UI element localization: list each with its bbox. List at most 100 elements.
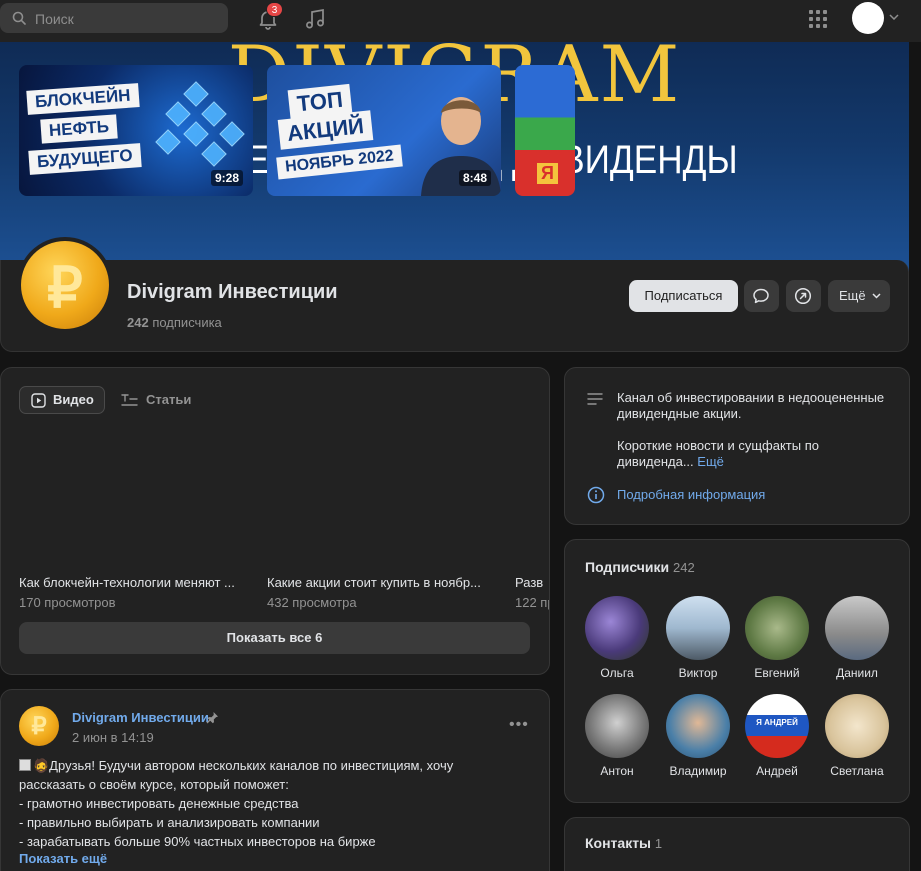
video-thumbnail[interactable]: ТОП АКЦИЙ НОЯБРЬ 2022 8:48 bbox=[267, 65, 501, 196]
subscriber-avatar[interactable] bbox=[825, 694, 889, 758]
subscriber-avatar[interactable] bbox=[666, 694, 730, 758]
subscriber-name[interactable]: Светлана bbox=[817, 764, 897, 778]
notifications-badge: 3 bbox=[266, 2, 283, 17]
post-line: 🧔Друзья! Будучи автором нескольких канал… bbox=[19, 756, 539, 775]
search-icon bbox=[12, 11, 26, 25]
video-duration: 9:28 bbox=[210, 170, 243, 186]
subscriber-avatar[interactable] bbox=[745, 596, 809, 660]
tab-video-label: Видео bbox=[53, 392, 94, 407]
video-views: 170 просмотров bbox=[19, 595, 116, 610]
user-avatar[interactable] bbox=[852, 2, 884, 34]
subscribers-title[interactable]: Подписчики 242 bbox=[585, 559, 695, 575]
about-description-more: Короткие новости и сущфакты по дивиденда… bbox=[617, 438, 897, 470]
chevron-down-icon[interactable] bbox=[889, 14, 899, 20]
show-more-link[interactable]: Показать ещё bbox=[19, 851, 107, 866]
blockchain-cube-icon bbox=[183, 121, 209, 147]
thumb-text: Я bbox=[537, 163, 558, 184]
description-lines-icon bbox=[587, 393, 603, 405]
post-line: - грамотно инвестировать денежные средст… bbox=[19, 796, 299, 811]
subscribers-title-count: 242 bbox=[673, 560, 695, 575]
subscriber-name[interactable]: Владимир bbox=[658, 764, 738, 778]
more-button[interactable]: Ещё bbox=[828, 280, 890, 312]
about-description: Канал об инвестировании в недооцененные … bbox=[617, 390, 885, 421]
about-card: Канал об инвестировании в недооцененные … bbox=[564, 367, 910, 525]
chevron-down-icon bbox=[872, 293, 881, 299]
video-duration: 8:48 bbox=[458, 170, 491, 186]
post-text: 🧔Друзья! Будучи автором нескольких канал… bbox=[19, 756, 539, 851]
subscribers-summary[interactable]: 242 подписчика bbox=[127, 315, 222, 330]
thumb-text: НЕФТЬ bbox=[40, 114, 118, 144]
subscriber-avatar[interactable] bbox=[585, 694, 649, 758]
tab-articles-label: Статьи bbox=[146, 392, 192, 407]
subscribers-title-text: Подписчики bbox=[585, 559, 670, 575]
about-more-link[interactable]: Ещё bbox=[697, 454, 724, 469]
blockchain-cube-icon bbox=[165, 101, 191, 127]
show-all-videos-button[interactable]: Показать все 6 bbox=[19, 622, 530, 654]
contacts-card: Контакты 1 bbox=[564, 817, 910, 871]
post-date[interactable]: 2 июн в 14:19 bbox=[72, 730, 154, 745]
ruble-coin-icon: ₽ bbox=[21, 241, 109, 329]
subscriber-avatar[interactable] bbox=[585, 596, 649, 660]
articles-icon bbox=[121, 394, 138, 406]
broken-image-icon bbox=[19, 759, 31, 771]
post-author-avatar[interactable]: ₽ bbox=[19, 706, 59, 746]
share-arrow-icon bbox=[794, 287, 812, 305]
card-gap bbox=[550, 420, 564, 620]
subscriber-avatar[interactable] bbox=[666, 596, 730, 660]
more-button-label: Ещё bbox=[839, 288, 866, 303]
search-placeholder: Поиск bbox=[35, 11, 74, 27]
post-line: - зарабатывать больше 90% частных инвест… bbox=[19, 834, 376, 849]
details-link[interactable]: Подробная информация bbox=[617, 487, 765, 502]
blockchain-cube-icon bbox=[155, 129, 181, 155]
subscriber-name[interactable]: Андрей bbox=[737, 764, 817, 778]
apps-grid-icon[interactable] bbox=[808, 9, 828, 29]
video-views: 122 пр bbox=[515, 595, 549, 610]
post-author-name[interactable]: Divigram Инвестиции bbox=[72, 710, 209, 725]
contacts-title[interactable]: Контакты 1 bbox=[585, 835, 662, 851]
blockchain-cube-icon bbox=[183, 81, 209, 107]
share-button[interactable] bbox=[786, 280, 821, 312]
subscriber-avatar[interactable]: Я АНДРЕЙ bbox=[745, 694, 809, 758]
video-title[interactable]: Как блокчейн-технологии меняют ... bbox=[19, 575, 257, 590]
subscriber-name[interactable]: Евгений bbox=[737, 666, 817, 680]
video-play-icon bbox=[31, 393, 46, 408]
thumb-text: БЛОКЧЕЙН bbox=[26, 83, 140, 115]
subscriber-name[interactable]: Даниил bbox=[817, 666, 897, 680]
tab-video[interactable]: Видео bbox=[19, 386, 105, 414]
subscribe-button[interactable]: Подписаться bbox=[629, 280, 738, 312]
videos-card: Видео Статьи Показать все 6 bbox=[0, 367, 550, 675]
avatar-flag-text: Я АНДРЕЙ bbox=[756, 718, 798, 727]
subscriber-name[interactable]: Антон bbox=[577, 764, 657, 778]
video-thumbnail[interactable]: БЛОКЧЕЙН НЕФТЬ БУДУЩЕГО 9:28 bbox=[19, 65, 253, 196]
pin-icon bbox=[206, 712, 218, 724]
avatar-symbol: ₽ bbox=[31, 713, 47, 740]
message-button[interactable] bbox=[744, 280, 779, 312]
thumb-text: НОЯБРЬ 2022 bbox=[276, 144, 403, 180]
blockchain-cube-icon bbox=[201, 141, 227, 167]
video-thumbnail[interactable]: Я bbox=[515, 65, 575, 196]
group-avatar[interactable]: ₽ bbox=[17, 237, 113, 333]
post-line-text: 🧔Друзья! Будучи автором нескольких канал… bbox=[33, 758, 454, 773]
post-menu-icon[interactable]: ••• bbox=[509, 716, 529, 734]
video-views: 432 просмотра bbox=[267, 595, 357, 610]
group-name: Divigram Инвестиции bbox=[127, 281, 338, 303]
subscribers-count: 242 bbox=[127, 315, 149, 330]
music-icon[interactable] bbox=[303, 7, 327, 31]
info-icon bbox=[587, 486, 605, 504]
contacts-count: 1 bbox=[654, 836, 663, 851]
video-title[interactable]: Разв bbox=[515, 575, 549, 590]
post-line: рассказать о своём курсе, который поможе… bbox=[19, 777, 289, 792]
subscribers-card: Подписчики 242 Ольга Виктор Евгений Дани… bbox=[564, 539, 910, 803]
chat-bubble-icon bbox=[753, 288, 769, 304]
thumb-text: БУДУЩЕГО bbox=[28, 143, 142, 175]
subscriber-avatar[interactable] bbox=[825, 596, 889, 660]
contacts-title-text: Контакты bbox=[585, 835, 652, 851]
subscriber-name[interactable]: Ольга bbox=[577, 666, 657, 680]
search-input[interactable]: Поиск bbox=[0, 3, 228, 33]
subscribers-word: подписчика bbox=[152, 315, 222, 330]
wall-post: ₽ Divigram Инвестиции 2 июн в 14:19 ••• … bbox=[0, 689, 550, 871]
subscriber-name[interactable]: Виктор bbox=[658, 666, 738, 680]
blockchain-cube-icon bbox=[201, 101, 227, 127]
tab-articles[interactable]: Статьи bbox=[121, 386, 191, 414]
video-title[interactable]: Какие акции стоит купить в ноябр... bbox=[267, 575, 503, 590]
